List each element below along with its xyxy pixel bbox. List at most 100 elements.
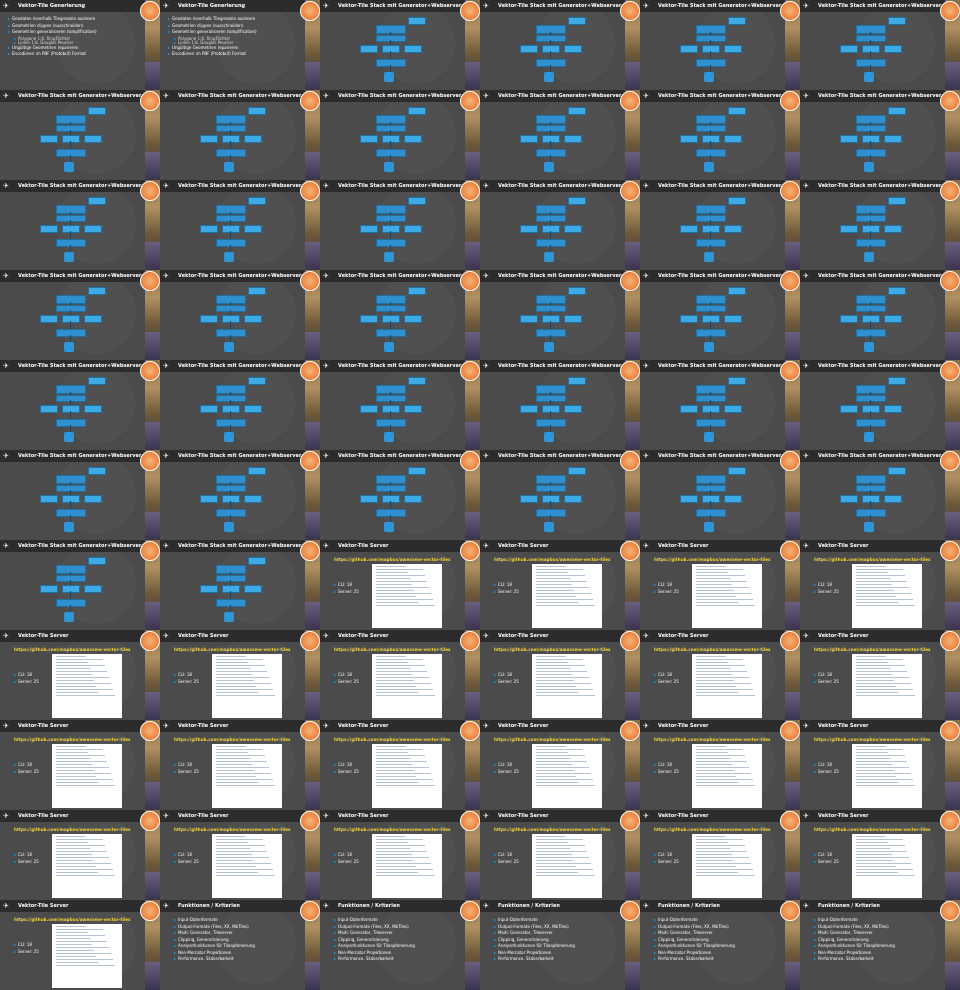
repository-link[interactable]: https://github.com/mapbox/awesome-vector…: [654, 737, 771, 742]
slide-thumbnail[interactable]: ✈ Vektor-Tile Server https://github.com/ma…: [0, 810, 160, 900]
slide-thumbnail[interactable]: ✈ Vektor-Tile Generierung ▸ Geodaten innerh…: [160, 0, 320, 90]
slide-thumbnail[interactable]: ✈ Vektor-Tile Stack mit Generator+Webserv…: [320, 90, 480, 180]
slide-thumbnail[interactable]: ✈ Vektor-Tile Server https://github.com/ma…: [640, 540, 800, 630]
slide-thumbnail[interactable]: ✈ Vektor-Tile Server https://github.com/ma…: [320, 720, 480, 810]
slide-thumbnail[interactable]: ✈ Vektor-Tile Stack mit Generator+Webserv…: [160, 180, 320, 270]
repository-link[interactable]: https://github.com/mapbox/awesome-vector…: [494, 737, 611, 742]
bullet-item: ▸ Analysefunktionen für Tileoptimierung: [494, 943, 575, 948]
slide-thumbnail[interactable]: ✈ Vektor-Tile Server https://github.com/ma…: [800, 540, 960, 630]
slide-thumbnail[interactable]: ✈ Funktionen / Kriterien ▸ Input-Datenforma…: [480, 900, 640, 990]
slide-thumbnail[interactable]: ✈ Vektor-Tile Server https://github.com/ma…: [320, 540, 480, 630]
slide-thumbnail[interactable]: ✈ Vektor-Tile Stack mit Generator+Webserv…: [480, 0, 640, 90]
slide-thumbnail[interactable]: ✈ Vektor-Tile Stack mit Generator+Webserv…: [320, 180, 480, 270]
slide-thumbnail[interactable]: ✈ Vektor-Tile Server https://github.com/ma…: [480, 630, 640, 720]
slide-thumbnail[interactable]: ✈ Vektor-Tile Stack mit Generator+Webserv…: [0, 270, 160, 360]
document-text-line: [696, 572, 728, 573]
slide-thumbnail[interactable]: ✈ Vektor-Tile Stack mit Generator+Webserv…: [800, 180, 960, 270]
repository-link[interactable]: https://github.com/mapbox/awesome-vector…: [334, 827, 451, 832]
slide-thumbnail[interactable]: ✈ Vektor-Tile Stack mit Generator+Webserv…: [0, 450, 160, 540]
speaker-avatar: [945, 872, 960, 900]
repository-link[interactable]: https://github.com/mapbox/awesome-vector…: [14, 827, 131, 832]
slide-thumbnail[interactable]: ✈ Funktionen / Kriterien ▸ Input-Datenforma…: [640, 900, 800, 990]
slide-thumbnail[interactable]: ✈ Vektor-Tile Server https://github.com/ma…: [320, 810, 480, 900]
connector-line: [390, 141, 391, 149]
slide-thumbnail[interactable]: ✈ Vektor-Tile Stack mit Generator+Webserv…: [800, 270, 960, 360]
slide-thumbnail[interactable]: ✈ Vektor-Tile Stack mit Generator+Webserv…: [0, 90, 160, 180]
connector-line: [390, 425, 391, 432]
slide-thumbnail[interactable]: ✈ Vektor-Tile Stack mit Generator+Webserv…: [320, 360, 480, 450]
conference-badge-icon: [460, 811, 480, 831]
slide-thumbnail[interactable]: ✈ Vektor-Tile Server https://github.com/ma…: [0, 630, 160, 720]
repository-link[interactable]: https://github.com/mapbox/awesome-vector…: [174, 647, 291, 652]
repository-link[interactable]: https://github.com/mapbox/awesome-vector…: [14, 737, 131, 742]
slide-thumbnail[interactable]: ✈ Funktionen / Kriterien ▸ Input-Datenforma…: [160, 900, 320, 990]
repository-link[interactable]: https://github.com/mapbox/awesome-vector…: [494, 557, 611, 562]
slide-thumbnail[interactable]: ✈ Vektor-Tile Server https://github.com/ma…: [0, 900, 160, 990]
bullet-icon: ▸: [334, 923, 337, 929]
slide-thumbnail[interactable]: ✈ Vektor-Tile Stack mit Generator+Webserv…: [320, 450, 480, 540]
repository-link[interactable]: https://github.com/mapbox/awesome-vector…: [814, 737, 931, 742]
slide-thumbnail[interactable]: ✈ Vektor-Tile Server https://github.com/ma…: [480, 810, 640, 900]
slide-thumbnail[interactable]: ✈ Vektor-Tile Stack mit Generator+Webserv…: [160, 540, 320, 630]
slide-thumbnail[interactable]: ✈ Vektor-Tile Stack mit Generator+Webserv…: [800, 360, 960, 450]
slide-thumbnail[interactable]: ✈ Vektor-Tile Stack mit Generator+Webserv…: [640, 180, 800, 270]
slide-thumbnail[interactable]: ✈ Vektor-Tile Stack mit Generator+Webserv…: [0, 540, 160, 630]
slide-thumbnail[interactable]: ✈ Vektor-Tile Server https://github.com/ma…: [320, 630, 480, 720]
slide-thumbnail[interactable]: ✈ Vektor-Tile Stack mit Generator+Webserv…: [800, 90, 960, 180]
diagram-box-tiles-c: [404, 315, 422, 323]
slide-thumbnail[interactable]: ✈ Vektor-Tile Stack mit Generator+Webserv…: [480, 360, 640, 450]
slide-thumbnail[interactable]: ✈ Vektor-Tile Stack mit Generator+Webserv…: [640, 450, 800, 540]
repository-link[interactable]: https://github.com/mapbox/awesome-vector…: [654, 557, 771, 562]
slide-thumbnail[interactable]: ✈ Vektor-Tile Stack mit Generator+Webserv…: [0, 360, 160, 450]
document-text-line: [376, 587, 429, 588]
bullet-item: ▸ Clipping, Generalisierung: [494, 937, 549, 942]
slide-thumbnail[interactable]: ✈ Vektor-Tile Server https://github.com/ma…: [640, 810, 800, 900]
repository-link[interactable]: https://github.com/mapbox/awesome-vector…: [654, 647, 771, 652]
slide-thumbnail[interactable]: ✈ Vektor-Tile Server https://github.com/ma…: [800, 630, 960, 720]
slide-thumbnail[interactable]: ✈ Vektor-Tile Stack mit Generator+Webserv…: [640, 360, 800, 450]
repository-link[interactable]: https://github.com/mapbox/awesome-vector…: [14, 917, 131, 922]
slide-thumbnail[interactable]: ✈ Vektor-Tile Stack mit Generator+Webserv…: [160, 450, 320, 540]
repository-link[interactable]: https://github.com/mapbox/awesome-vector…: [174, 737, 291, 742]
slide-thumbnail[interactable]: ✈ Vektor-Tile Stack mit Generator+Webserv…: [320, 270, 480, 360]
repository-link[interactable]: https://github.com/mapbox/awesome-vector…: [814, 827, 931, 832]
slide-thumbnail[interactable]: ✈ Vektor-Tile Stack mit Generator+Webserv…: [480, 90, 640, 180]
slide-thumbnail[interactable]: ✈ Vektor-Tile Stack mit Generator+Webserv…: [0, 180, 160, 270]
slide-thumbnail[interactable]: ✈ Funktionen / Kriterien ▸ Input-Datenforma…: [800, 900, 960, 990]
repository-link[interactable]: https://github.com/mapbox/awesome-vector…: [174, 827, 291, 832]
slide-thumbnail[interactable]: ✈ Vektor-Tile Server https://github.com/ma…: [160, 810, 320, 900]
slide-thumbnail[interactable]: ✈ Vektor-Tile Stack mit Generator+Webserv…: [480, 270, 640, 360]
slide-thumbnail[interactable]: ✈ Vektor-Tile Server https://github.com/ma…: [800, 720, 960, 810]
repository-link[interactable]: https://github.com/mapbox/awesome-vector…: [14, 647, 131, 652]
slide-thumbnail[interactable]: ✈ Vektor-Tile Stack mit Generator+Webserv…: [160, 360, 320, 450]
diagram-box-client: [408, 467, 426, 475]
slide-thumbnail[interactable]: ✈ Vektor-Tile Stack mit Generator+Webserv…: [640, 270, 800, 360]
slide-thumbnail[interactable]: ✈ Vektor-Tile Stack mit Generator+Webserv…: [160, 90, 320, 180]
slide-thumbnail[interactable]: ✈ Vektor-Tile Server https://github.com/ma…: [160, 720, 320, 810]
repository-link[interactable]: https://github.com/mapbox/awesome-vector…: [494, 827, 611, 832]
repository-link[interactable]: https://github.com/mapbox/awesome-vector…: [334, 557, 451, 562]
slide-thumbnail[interactable]: ✈ Vektor-Tile Stack mit Generator+Webserv…: [160, 270, 320, 360]
slide-thumbnail[interactable]: ✈ Vektor-Tile Stack mit Generator+Webserv…: [800, 450, 960, 540]
slide-thumbnail[interactable]: ✈ Vektor-Tile Stack mit Generator+Webserv…: [480, 180, 640, 270]
repository-link[interactable]: https://github.com/mapbox/awesome-vector…: [814, 557, 931, 562]
repository-link[interactable]: https://github.com/mapbox/awesome-vector…: [334, 737, 451, 742]
repository-link[interactable]: https://github.com/mapbox/awesome-vector…: [814, 647, 931, 652]
slide-thumbnail[interactable]: ✈ Vektor-Tile Server https://github.com/ma…: [640, 720, 800, 810]
slide-thumbnail[interactable]: ✈ Funktionen / Kriterien ▸ Input-Datenforma…: [320, 900, 480, 990]
slide-thumbnail[interactable]: ✈ Vektor-Tile Server https://github.com/ma…: [800, 810, 960, 900]
repository-link[interactable]: https://github.com/mapbox/awesome-vector…: [654, 827, 771, 832]
slide-thumbnail[interactable]: ✈ Vektor-Tile Stack mit Generator+Webserv…: [320, 0, 480, 90]
repository-link[interactable]: https://github.com/mapbox/awesome-vector…: [334, 647, 451, 652]
slide-thumbnail[interactable]: ✈ Vektor-Tile Server https://github.com/ma…: [480, 540, 640, 630]
slide-thumbnail[interactable]: ✈ Vektor-Tile Stack mit Generator+Webserv…: [480, 450, 640, 540]
slide-thumbnail[interactable]: ✈ Vektor-Tile Server https://github.com/ma…: [480, 720, 640, 810]
slide-thumbnail[interactable]: ✈ Vektor-Tile Stack mit Generator+Webserv…: [800, 0, 960, 90]
slide-thumbnail[interactable]: ✈ Vektor-Tile Generierung ▸ Geodaten innerh…: [0, 0, 160, 90]
repository-link[interactable]: https://github.com/mapbox/awesome-vector…: [494, 647, 611, 652]
slide-thumbnail[interactable]: ✈ Vektor-Tile Stack mit Generator+Webserv…: [640, 90, 800, 180]
slide-thumbnail[interactable]: ✈ Vektor-Tile Server https://github.com/ma…: [640, 630, 800, 720]
slide-thumbnail[interactable]: ✈ Vektor-Tile Server https://github.com/ma…: [160, 630, 320, 720]
slide-thumbnail[interactable]: ✈ Vektor-Tile Server https://github.com/ma…: [0, 720, 160, 810]
slide-thumbnail[interactable]: ✈ Vektor-Tile Stack mit Generator+Webserv…: [640, 0, 800, 90]
